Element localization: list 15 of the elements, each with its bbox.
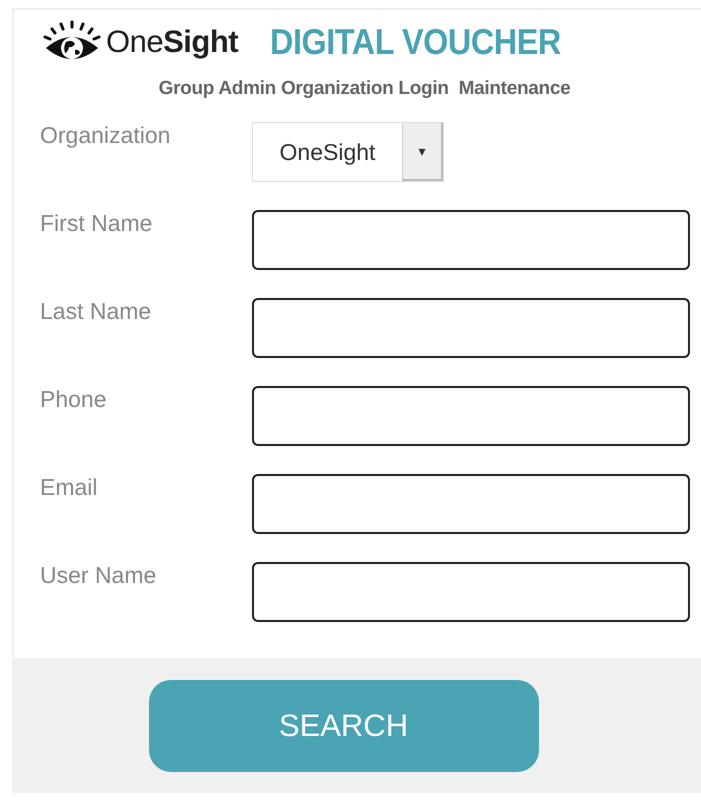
input-field[interactable] bbox=[252, 298, 690, 358]
page-subtitle: Group Admin Organization Login Maintenance bbox=[158, 78, 572, 100]
input-field[interactable] bbox=[252, 386, 690, 446]
brand-name: OneSight bbox=[106, 24, 238, 60]
input-field[interactable] bbox=[252, 562, 690, 622]
field-label: User Name bbox=[40, 562, 158, 589]
input-field[interactable] bbox=[252, 210, 690, 270]
field-label: Email bbox=[40, 474, 99, 501]
field-label: Last Name bbox=[40, 298, 152, 325]
page-title: DIGITAL VOUCHER bbox=[270, 21, 561, 63]
field-label: Phone bbox=[40, 386, 108, 413]
field-label: Organization bbox=[40, 122, 172, 149]
input-field[interactable] bbox=[252, 474, 690, 534]
organization-dropdown[interactable]: OneSight ▾ bbox=[252, 122, 444, 182]
field-label: First Name bbox=[40, 210, 154, 237]
